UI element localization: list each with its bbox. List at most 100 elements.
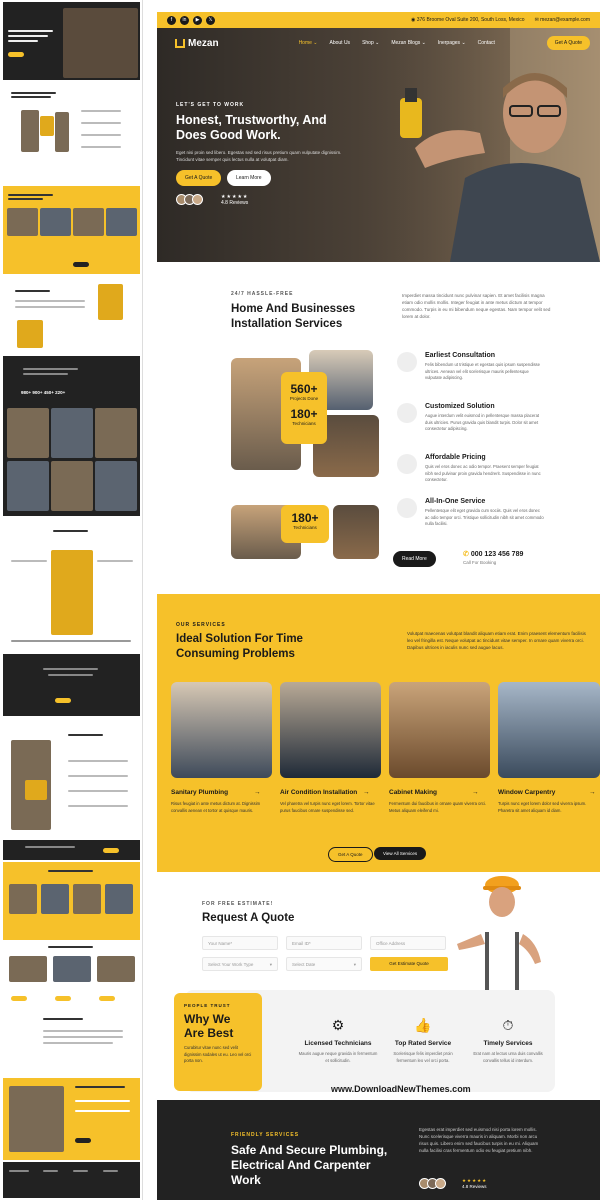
view-all-services-button[interactable]: View All Services	[374, 847, 427, 860]
avatar	[192, 194, 203, 205]
service-image-ac[interactable]	[280, 682, 381, 778]
stat-technicians-label-2: Technicians	[293, 525, 317, 530]
stat-technicians-number-2: 180+	[291, 511, 319, 525]
hero-quote-button[interactable]: Get A Quote	[176, 170, 222, 186]
hero-description: Eget nisi proin sed libero. Egestas sed …	[176, 150, 342, 162]
nav-contact[interactable]: Contact	[478, 40, 495, 46]
why-feature-description: Scelerisque felis imperdiet proin fermen…	[393, 1051, 453, 1063]
feature-description: Quis vel eros donec ac odio tempor. Prae…	[425, 464, 541, 482]
why-eyebrow: PEOPLE TRUST	[184, 1003, 231, 1008]
install-eyebrow: 24/7 HASSLE-FREE	[231, 291, 294, 297]
wrench-icon	[397, 403, 417, 423]
arrow-right-icon[interactable]: →	[589, 789, 596, 796]
work-type-select[interactable]: Select Your Work Type ▾	[202, 957, 278, 971]
page: 980+ 900+ 450+ 220+ f in ▶ 𝕏 ◉ 376 Broom…	[0, 0, 600, 1200]
service-image-cabinet[interactable]	[389, 682, 490, 778]
thumb-team	[3, 862, 140, 940]
page-preview-thumbnail: 980+ 900+ 450+ 220+	[0, 0, 143, 1200]
service-name[interactable]: Air Condition Installation	[280, 789, 357, 796]
x-icon[interactable]: 𝕏	[206, 15, 215, 25]
brand-logo[interactable]: Mezan	[175, 38, 219, 49]
hero-rating: ★★★★★ 4.8 Reviews	[221, 194, 248, 206]
stats-card: 560+ Projects Done 180+ Technicians	[281, 372, 327, 444]
why-description: Curabitur vitae nunc sed velit dignissim…	[184, 1045, 252, 1063]
estimate-submit-button[interactable]: Get Estimate Quote	[370, 957, 448, 971]
clock-icon: ⏱	[502, 1017, 514, 1033]
chevron-down-icon: ▾	[353, 962, 356, 967]
email-text[interactable]: ✉ mezan@example.com	[535, 17, 590, 23]
main-page: f in ▶ 𝕏 ◉ 376 Broome Oval Suite 200, So…	[157, 0, 600, 1200]
arrow-right-icon[interactable]: →	[254, 789, 261, 796]
feature-description: Felis bibendum ut tristique et egestas q…	[425, 362, 540, 380]
friendly-description: Egestas erat imperdiet sed euismod nisi …	[419, 1127, 539, 1153]
why-title: Why We Are Best	[184, 1012, 234, 1040]
nav-inerpages[interactable]: Inerpages ⌄	[438, 40, 466, 46]
consultant-icon	[397, 352, 417, 372]
thumb-cta	[3, 840, 140, 860]
quote-title: Request A Quote	[202, 912, 295, 924]
friendly-review-avatars	[419, 1178, 446, 1189]
thumb-packages	[3, 520, 140, 650]
thumb-install	[3, 82, 140, 182]
read-more-button[interactable]: Read More	[393, 551, 436, 567]
brand-name: Mezan	[188, 37, 219, 49]
booking-phone[interactable]: ✆ 000 123 456 789	[463, 550, 523, 558]
top-info-bar: f in ▶ 𝕏 ◉ 376 Broome Oval Suite 200, So…	[157, 12, 600, 28]
logo-icon	[175, 38, 185, 48]
arrow-right-icon[interactable]: →	[363, 789, 370, 796]
why-feature-timely: ⏱ Timely Services Erat nam at lectus urn…	[468, 1017, 548, 1064]
service-image-window[interactable]	[498, 682, 600, 778]
services-quote-button[interactable]: Get A Quote	[328, 847, 373, 862]
date-select[interactable]: Select Date ▾	[286, 957, 362, 971]
name-field[interactable]: Your Name*	[202, 936, 278, 950]
thumb-friendly: 980+ 900+ 450+ 220+	[3, 356, 140, 516]
booking-phone-label: Call For Booking	[463, 560, 497, 565]
facebook-icon[interactable]: f	[167, 15, 176, 25]
feature-title: All-In-One Service	[425, 498, 486, 505]
review-count: 4.8 Reviews	[221, 200, 249, 206]
arrow-right-icon[interactable]: →	[472, 789, 479, 796]
services-title: Ideal Solution For Time Consuming Proble…	[176, 633, 303, 660]
service-name[interactable]: Window Carpentry	[498, 789, 555, 796]
hero-section: Mezan Home ⌄ About Us Shop ⌄ Mezan Blogs…	[157, 28, 600, 262]
thumbs-up-icon: 👍	[414, 1017, 432, 1033]
service-description: Turpis nunc eget lorem dolor sed viverra…	[498, 801, 587, 813]
nav-blogs[interactable]: Mezan Blogs ⌄	[391, 40, 425, 46]
why-feature-title: Top Rated Service	[394, 1040, 452, 1047]
nav-about[interactable]: About Us	[329, 40, 350, 46]
why-feature-description: Mauris augue neque gravida in fermentum …	[298, 1051, 378, 1063]
address-text: ◉ 376 Broome Oval Suite 200, South Loss,…	[410, 17, 525, 23]
pointing-worker-image	[457, 876, 541, 992]
hero-learn-more-button[interactable]: Learn More	[227, 170, 271, 186]
friendly-rating: ★★★★★ 4.8 Reviews	[462, 1178, 487, 1189]
linkedin-icon[interactable]: in	[180, 15, 189, 25]
stats-card-2: 180+ Technicians	[281, 505, 329, 543]
install-image-5	[333, 505, 379, 559]
why-card: PEOPLE TRUST Why We Are Best Curabitur v…	[174, 993, 262, 1091]
nav-quote-button[interactable]: Get A Quote	[546, 36, 590, 50]
install-title: Home And Businesses Installation Service…	[231, 303, 356, 330]
service-name[interactable]: Sanitary Plumbing	[171, 789, 228, 796]
services-section: OUR SERVICES Ideal Solution For Time Con…	[157, 594, 600, 872]
thumb-faq	[3, 720, 140, 838]
address-field[interactable]: Office Address	[370, 936, 446, 950]
main-navigation: Mezan Home ⌄ About Us Shop ⌄ Mezan Blogs…	[175, 36, 590, 50]
thumb-services-dark	[3, 654, 140, 716]
nav-shop[interactable]: Shop ⌄	[362, 40, 379, 46]
quote-eyebrow: FOR FREE ESTIMATE!	[202, 901, 274, 907]
phone-icon: ✆	[463, 551, 471, 558]
tools-icon	[397, 454, 417, 474]
why-feature-licensed: ⚙ Licensed Technicians Mauris augue nequ…	[298, 1017, 378, 1064]
thumb-blogs	[3, 942, 140, 1008]
thumb-testimonial	[3, 1010, 140, 1076]
service-image-plumbing[interactable]	[171, 682, 272, 778]
youtube-icon[interactable]: ▶	[193, 15, 202, 25]
service-name[interactable]: Cabinet Making	[389, 789, 437, 796]
chevron-down-icon: ▾	[269, 962, 272, 967]
stat-technicians-label: Technicians	[292, 421, 316, 426]
toolbox-icon	[397, 498, 417, 518]
friendly-eyebrow: FRIENDLY SERVICES	[231, 1132, 300, 1138]
email-field[interactable]: Email ID*	[286, 936, 362, 950]
nav-home[interactable]: Home ⌄	[299, 40, 318, 46]
hero-title: Honest, Trustworthy, And Does Good Work.	[176, 113, 327, 142]
